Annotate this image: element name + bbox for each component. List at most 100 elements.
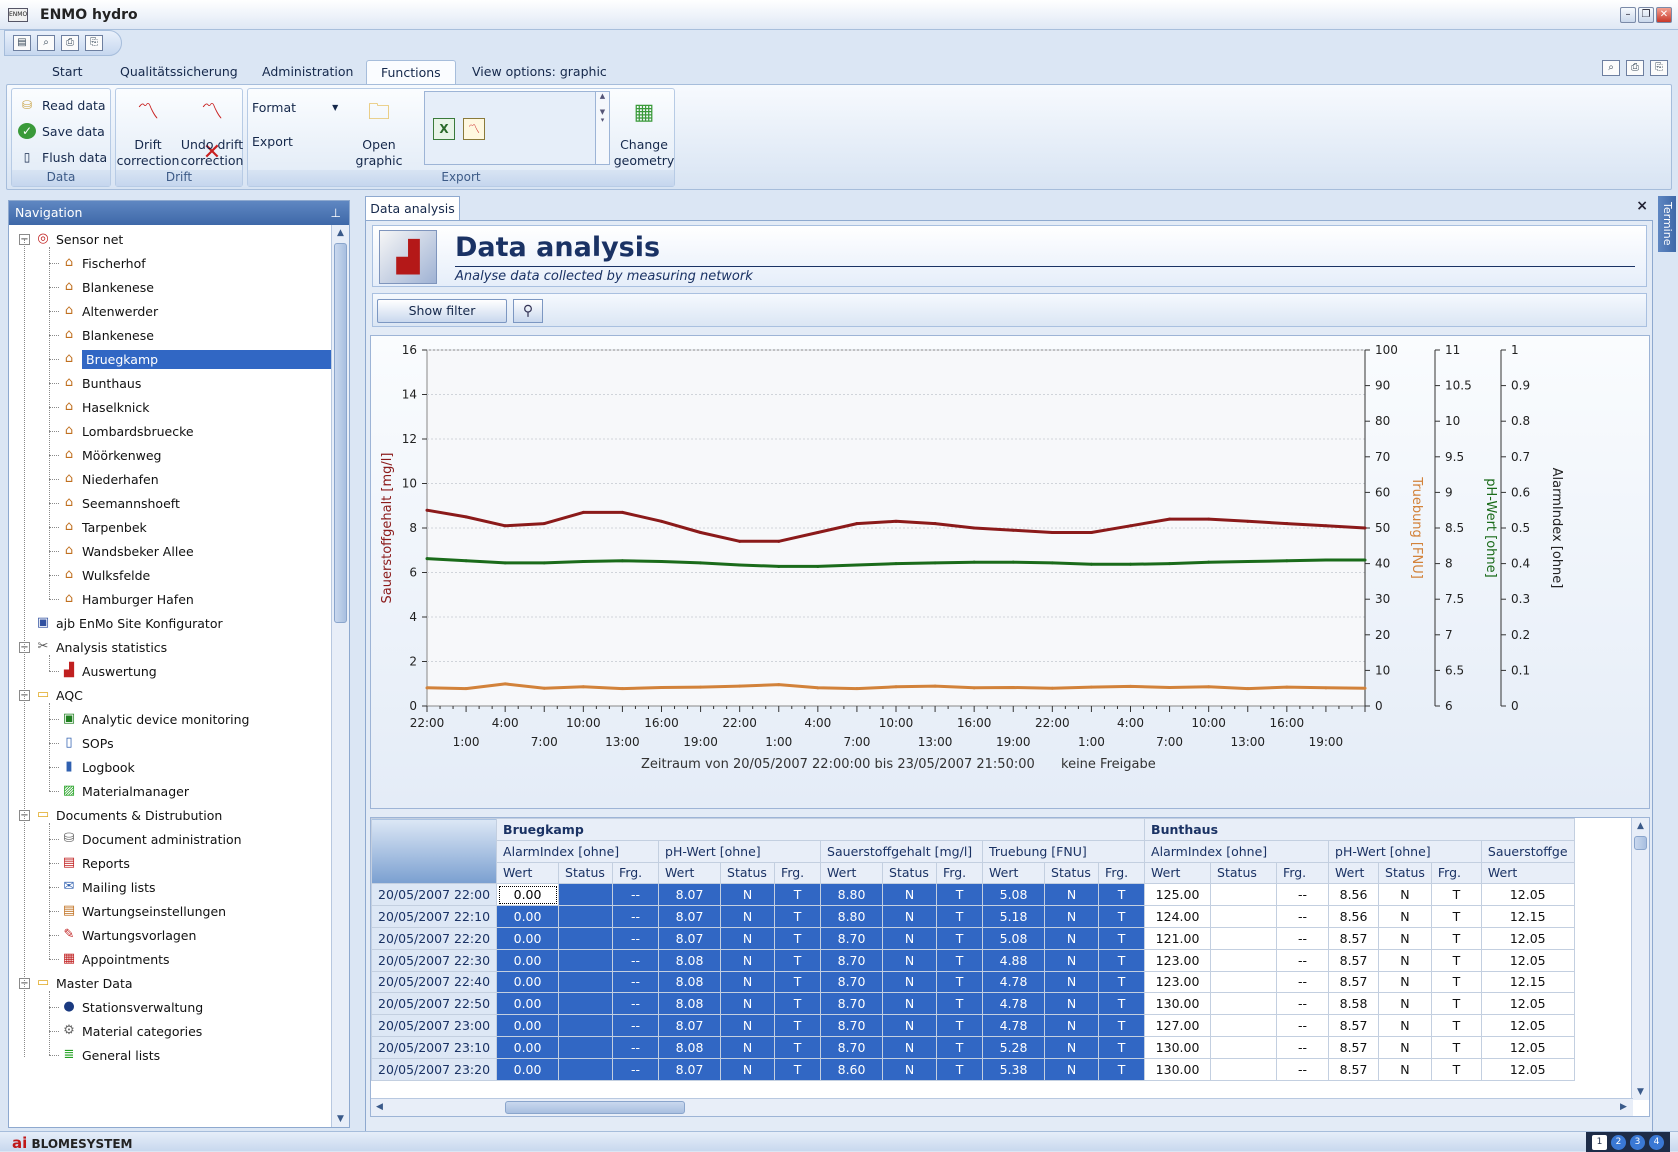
page-button[interactable]: 1 (1592, 1134, 1607, 1150)
table-cell[interactable]: 12.05 (1480, 1035, 1575, 1059)
table-cell[interactable]: 8.70 (820, 1035, 884, 1059)
table-cell[interactable]: 0.00 (496, 992, 560, 1016)
tab-functions[interactable]: Functions (366, 60, 456, 84)
table-cell[interactable]: T (1098, 905, 1146, 928)
nav-item[interactable]: ≣ General lists (45, 1043, 161, 1067)
print-preview-icon[interactable]: ⎘ (85, 35, 103, 51)
nav-item[interactable]: ✎ Wartungsvorlagen (45, 923, 197, 947)
table-cell[interactable]: 0.00 (496, 1035, 560, 1059)
table-cell[interactable]: N (720, 1035, 776, 1059)
table-cell[interactable]: 8.58 (1328, 992, 1380, 1016)
table-cell[interactable]: T (1098, 926, 1146, 950)
table-cell[interactable]: T (936, 970, 984, 994)
scroll-right-icon[interactable]: ▶ (1615, 1099, 1632, 1115)
table-cell[interactable]: 130.00 (1144, 1035, 1212, 1059)
row-header[interactable]: 20/05/2007 22:10 (371, 905, 498, 928)
table-cell[interactable]: N (882, 926, 938, 950)
column-header[interactable]: Wert (1144, 861, 1212, 885)
table-cell[interactable]: T (774, 883, 822, 907)
table-cell[interactable] (1210, 1057, 1278, 1081)
column-header[interactable]: Wert (1328, 861, 1380, 885)
table-cell[interactable]: -- (612, 1035, 660, 1059)
table-cell[interactable]: T (1430, 1057, 1482, 1081)
table-cell[interactable]: T (774, 905, 822, 928)
column-header[interactable]: Status (882, 861, 938, 885)
table-cell[interactable]: N (1044, 992, 1100, 1016)
table-cell[interactable]: -- (1276, 926, 1330, 950)
table-cell[interactable]: 0.00 (496, 1014, 560, 1037)
nav-item[interactable]: ▨ Materialmanager (45, 779, 189, 803)
table-cell[interactable]: 8.07 (658, 905, 722, 928)
table-cell[interactable]: 12.05 (1480, 1014, 1575, 1037)
table-cell[interactable]: T (1098, 992, 1146, 1016)
table-cell[interactable]: -- (612, 992, 660, 1016)
column-header[interactable]: Frg. (774, 861, 822, 885)
column-header[interactable]: Wert (982, 861, 1046, 885)
table-cell[interactable]: 8.56 (1328, 905, 1380, 928)
scroll-down-icon[interactable]: ▼ (332, 1111, 349, 1127)
column-header[interactable]: Status (720, 861, 776, 885)
table-cell[interactable]: 8.80 (820, 905, 884, 928)
table-cell[interactable]: -- (1276, 992, 1330, 1016)
nav-item[interactable]: ⌂ Blankenese (45, 323, 154, 347)
nav-item[interactable]: − ▭ AQC (19, 683, 83, 707)
tab-start[interactable]: Start (38, 60, 97, 84)
scroll-up-icon[interactable]: ▲ (1632, 818, 1649, 834)
tab-qualitaetssicherung[interactable]: Qualitätssicherung (106, 60, 252, 84)
table-cell[interactable]: 12.05 (1480, 883, 1575, 907)
navigation-scrollbar[interactable]: ▲ ▼ (331, 225, 349, 1127)
table-cell[interactable]: T (936, 883, 984, 907)
table-cell[interactable]: T (1098, 970, 1146, 994)
table-cell[interactable]: T (1430, 992, 1482, 1016)
table-row[interactable]: 20/05/2007 22:00 0.00 -- 8.07 N T 8.80 N T 5.08 N T… (371, 883, 1575, 907)
table-cell[interactable]: -- (612, 1014, 660, 1037)
print-icon[interactable]: ⎙ (1626, 60, 1644, 76)
table-cell[interactable]: N (720, 926, 776, 950)
table-cell[interactable]: N (720, 948, 776, 972)
table-cell[interactable]: 0.00 (496, 926, 560, 950)
table-cell[interactable]: 8.70 (820, 948, 884, 972)
nav-item[interactable]: ⌂ Blankenese (45, 275, 154, 299)
table-cell[interactable]: N (1044, 1014, 1100, 1037)
table-cell[interactable] (1210, 970, 1278, 994)
nav-item[interactable]: ⌂ Möörkenweg (45, 443, 162, 467)
table-cell[interactable]: 4.78 (982, 1014, 1046, 1037)
table-cell[interactable]: N (1378, 992, 1432, 1016)
table-cell[interactable]: 127.00 (1144, 1014, 1212, 1037)
table-cell[interactable]: T (936, 1035, 984, 1059)
scroll-thumb[interactable] (334, 243, 347, 623)
table-cell[interactable]: 8.70 (820, 1014, 884, 1037)
table-cell[interactable]: 130.00 (1144, 1057, 1212, 1081)
table-cell[interactable]: N (882, 992, 938, 1016)
scroll-down-icon[interactable]: ▼ (1632, 1084, 1649, 1100)
table-cell[interactable]: 0.00 (496, 970, 560, 994)
table-cell[interactable]: 4.88 (982, 948, 1046, 972)
table-cell[interactable]: N (720, 883, 776, 907)
scroll-left-icon[interactable]: ◀ (371, 1099, 388, 1115)
table-cell[interactable]: 12.05 (1480, 926, 1575, 950)
table-cell[interactable]: N (882, 883, 938, 907)
table-cell[interactable]: -- (1276, 948, 1330, 972)
drift-correction-button[interactable]: 〽 Drift correction (116, 91, 180, 169)
nav-item[interactable]: − ▭ Master Data (19, 971, 133, 995)
table-cell[interactable]: T (1430, 883, 1482, 907)
table-row[interactable]: 20/05/2007 22:50 0.00 -- 8.08 N T 8.70 N T 4.78 N T… (371, 992, 1575, 1016)
column-header[interactable]: Frg. (1276, 861, 1330, 885)
column-header[interactable]: Wert (496, 861, 560, 885)
table-row[interactable]: 20/05/2007 22:10 0.00 -- 8.07 N T 8.80 N T 5.18 N T… (371, 905, 1575, 928)
table-cell[interactable]: T (1098, 948, 1146, 972)
pin-icon[interactable]: ⊥ (331, 201, 341, 225)
flush-data-button[interactable]: ▯ Flush data (18, 147, 107, 167)
column-header[interactable]: Wert (820, 861, 884, 885)
read-data-button[interactable]: ⛁ Read data (18, 95, 106, 115)
table-cell[interactable]: N (1044, 948, 1100, 972)
table-cell[interactable]: -- (1276, 1035, 1330, 1059)
table-cell[interactable]: 121.00 (1144, 926, 1212, 950)
nav-item[interactable]: ⌂ Tarpenbek (45, 515, 147, 539)
table-cell[interactable]: -- (612, 883, 660, 907)
table-cell[interactable]: 5.18 (982, 905, 1046, 928)
table-cell[interactable] (558, 1057, 614, 1081)
row-header[interactable]: 20/05/2007 23:10 (371, 1035, 498, 1059)
table-cell[interactable]: T (774, 1014, 822, 1037)
table-cell[interactable]: N (882, 905, 938, 928)
